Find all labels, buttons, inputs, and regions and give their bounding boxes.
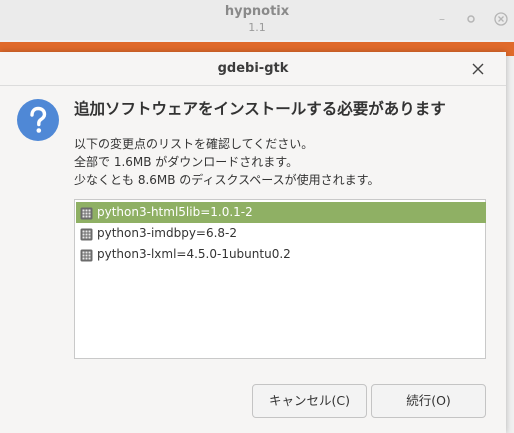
- info-line-disk: 少なくとも 8.6MB のディスクスペースが使用されます。: [74, 173, 380, 187]
- package-label: python3-lxml=4.5.0-1ubuntu0.2: [97, 247, 291, 261]
- list-item[interactable]: python3-lxml=4.5.0-1ubuntu0.2: [76, 244, 486, 265]
- package-list[interactable]: python3-html5lib=1.0.1-2 python3-imdbpy=…: [74, 199, 486, 359]
- list-item[interactable]: python3-html5lib=1.0.1-2: [76, 202, 486, 223]
- maximize-icon[interactable]: [463, 11, 479, 27]
- package-grid-icon: [80, 227, 93, 241]
- question-icon: [17, 99, 59, 141]
- gdebi-dialog: gdebi-gtk 追加ソフトウェアをインストールする必要があります 以下の変更…: [0, 52, 506, 433]
- minimize-icon[interactable]: –: [434, 11, 450, 27]
- background-close-icon[interactable]: [493, 11, 509, 27]
- package-grid-icon: [80, 206, 93, 220]
- package-label: python3-imdbpy=6.8-2: [97, 226, 238, 240]
- info-line-download: 全部で 1.6MB がダウンロードされます。: [74, 155, 299, 169]
- background-titlebar: hypnotix 1.1 –: [0, 0, 514, 40]
- dialog-titlebar: gdebi-gtk: [0, 52, 506, 86]
- package-label: python3-html5lib=1.0.1-2: [97, 205, 253, 219]
- continue-button[interactable]: 続行(O): [371, 384, 486, 418]
- package-grid-icon: [80, 248, 93, 262]
- cancel-button[interactable]: キャンセル(C): [252, 384, 367, 418]
- dialog-title: gdebi-gtk: [217, 61, 289, 76]
- list-item[interactable]: python3-imdbpy=6.8-2: [76, 223, 486, 244]
- info-line-review: 以下の変更点のリストを確認してください。: [74, 137, 314, 151]
- close-icon[interactable]: [468, 59, 488, 79]
- dialog-heading: 追加ソフトウェアをインストールする必要があります: [74, 100, 446, 118]
